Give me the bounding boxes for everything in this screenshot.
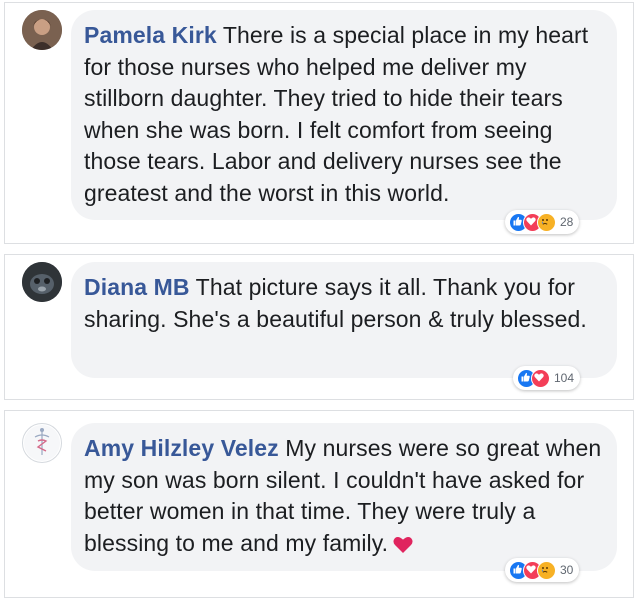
reaction-count: 30 bbox=[560, 563, 574, 577]
comment-text: There is a special place in my heart for… bbox=[84, 22, 589, 206]
comment-bubble: Pamela Kirk There is a special place in … bbox=[71, 10, 617, 220]
sad-icon bbox=[537, 560, 556, 580]
reactions-summary[interactable]: 30 bbox=[505, 558, 580, 582]
comment-card: Diana MB That picture says it all. Thank… bbox=[4, 254, 634, 400]
reaction-count: 104 bbox=[554, 371, 575, 385]
comment-bubble: Amy Hilzley Velez My nurses were so grea… bbox=[71, 423, 617, 571]
love-icon bbox=[531, 368, 550, 388]
reaction-count: 28 bbox=[560, 215, 574, 229]
comment-author[interactable]: Pamela Kirk bbox=[84, 22, 217, 48]
comment-author[interactable]: Diana MB bbox=[84, 274, 190, 300]
avatar[interactable] bbox=[22, 10, 62, 50]
avatar[interactable] bbox=[22, 262, 62, 302]
comment-bubble: Diana MB That picture says it all. Thank… bbox=[71, 262, 617, 378]
sad-icon bbox=[537, 212, 556, 232]
heart-emoji-icon bbox=[392, 531, 414, 563]
comment-card: Pamela Kirk There is a special place in … bbox=[4, 2, 634, 244]
comment-card: Amy Hilzley Velez My nurses were so grea… bbox=[4, 410, 634, 598]
reactions-summary[interactable]: 104 bbox=[513, 366, 581, 390]
comment-author[interactable]: Amy Hilzley Velez bbox=[84, 435, 279, 461]
avatar[interactable] bbox=[22, 423, 62, 463]
reactions-summary[interactable]: 28 bbox=[505, 210, 580, 234]
